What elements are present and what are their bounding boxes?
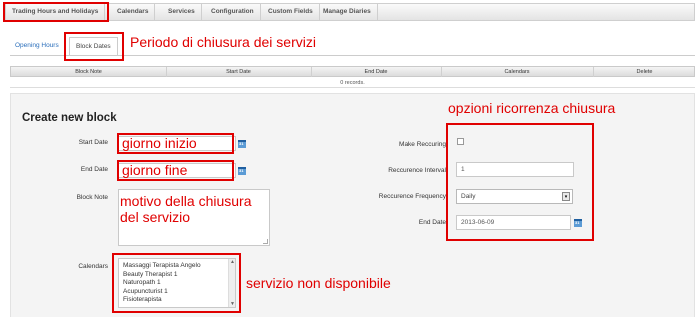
col-block-note[interactable]: Block Note [11, 67, 166, 77]
annotation-giorno-inizio: giorno inizio [122, 135, 197, 151]
block-note-label: Block Note [76, 194, 108, 201]
annotation-box-recurrence [446, 123, 594, 241]
annotation-servizio: servizio non disponibile [246, 275, 391, 291]
annotation-giorno-fine: giorno fine [122, 162, 188, 178]
records-count: 0 records. [10, 78, 695, 88]
start-date-label: Start Date [78, 139, 108, 146]
col-calendars[interactable]: Calendars [441, 67, 593, 77]
annotation-opzioni: opzioni ricorrenza chiusura [448, 100, 616, 116]
blocks-table-header: Block Note Start Date End Date Calendars… [10, 66, 695, 77]
end-date-label: End Date [80, 166, 108, 173]
tab-manage-diaries[interactable]: Manage Diaries [317, 4, 378, 20]
tab-configuration[interactable]: Configuration [205, 4, 261, 20]
col-end-date[interactable]: End Date [311, 67, 441, 77]
make-recurring-label: Make Reccuring [399, 141, 446, 148]
annotation-box-trading-tab [3, 2, 109, 22]
calendars-label: Calendars [78, 263, 108, 270]
col-start-date[interactable]: Start Date [166, 67, 311, 77]
calendar-icon[interactable]: 31 [238, 140, 246, 148]
annotation-periodo: Periodo di chiusura dei servizi [130, 34, 316, 50]
resize-handle[interactable] [263, 239, 268, 244]
tab-services[interactable]: Services [162, 4, 202, 20]
annotation-box-calendars [112, 253, 241, 313]
annotation-box-block-dates [64, 32, 124, 61]
form-title: Create new block [22, 112, 117, 124]
annotation-motivo-line2: del servizio [120, 209, 191, 225]
col-delete[interactable]: Delete [593, 67, 696, 77]
subtab-opening-hours[interactable]: Opening Hours [15, 37, 59, 55]
recurrence-end-date-label: End Date [418, 219, 446, 226]
tab-calendars[interactable]: Calendars [111, 4, 156, 20]
calendar-icon[interactable]: 31 [238, 167, 246, 175]
recurrence-frequency-label: Reccurence Frequency [378, 193, 446, 200]
recurrence-interval-label: Reccurence Interval [388, 167, 446, 174]
annotation-motivo-line1: motivo della chiusura [120, 193, 252, 209]
tab-custom-fields[interactable]: Custom Fields [262, 4, 320, 20]
